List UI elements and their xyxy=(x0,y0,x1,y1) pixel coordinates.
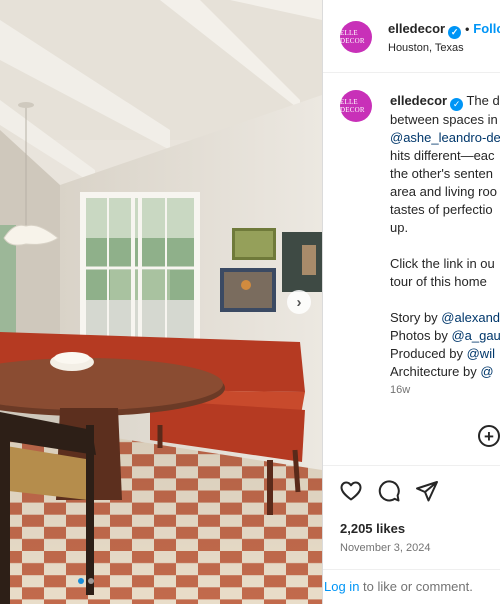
caption-avatar[interactable]: ELLE DECOR xyxy=(340,90,372,122)
caption-line: between spaces in xyxy=(390,112,498,127)
caption-line: Architecture by @ xyxy=(390,364,494,379)
mention-link[interactable]: @alexand xyxy=(441,310,500,325)
post-photo[interactable]: › xyxy=(0,0,322,604)
carousel-dot xyxy=(78,578,84,584)
dining-room-photo xyxy=(0,0,322,604)
username-link[interactable]: elledecor xyxy=(388,21,445,36)
caption-line: tastes of perfectio xyxy=(390,202,493,217)
caption-line: up. xyxy=(390,220,409,235)
post-time-ago[interactable]: 16w xyxy=(390,384,410,396)
caption-line: Photos by @a_gau xyxy=(390,328,500,343)
mention-link[interactable]: @a_gau xyxy=(451,328,500,343)
chevron-right-icon: › xyxy=(296,293,302,311)
caption-line xyxy=(390,237,500,255)
caption-line: Produced by @wil xyxy=(390,346,495,361)
actions-bar xyxy=(323,465,500,466)
location-link[interactable]: Houston, Texas xyxy=(388,42,464,54)
mention-link[interactable]: @ashe_leandro-de xyxy=(390,130,500,145)
carousel-dot xyxy=(88,578,94,584)
heart-icon[interactable] xyxy=(339,479,363,503)
post-date: November 3, 2024 xyxy=(340,542,431,554)
mention-link[interactable]: @ xyxy=(480,364,493,379)
caption: ELLE DECOR elledecor ✓ The d between space… xyxy=(323,74,500,414)
likes-count[interactable]: 2,205 likes xyxy=(340,521,405,536)
separator-dot: • xyxy=(465,22,470,36)
verified-badge-icon: ✓ xyxy=(448,26,462,39)
caption-line: elledecor ✓ The d xyxy=(390,93,500,111)
caption-line xyxy=(390,291,500,309)
action-buttons xyxy=(339,479,439,503)
carousel-next-button[interactable]: › xyxy=(287,290,311,314)
post-header: ELLE DECOR elledecor✓•Follow Houston, Te… xyxy=(323,0,500,73)
login-prompt: Log in to like or comment. xyxy=(324,579,473,594)
caption-line: the other's senten xyxy=(390,166,493,181)
carousel-indicator xyxy=(78,578,94,584)
add-comment-icon[interactable]: + xyxy=(478,425,500,447)
follow-button[interactable]: Follow xyxy=(473,21,500,36)
caption-line: area and living roo xyxy=(390,184,497,199)
post-side-panel: ELLE DECOR elledecor✓•Follow Houston, Te… xyxy=(322,0,500,604)
caption-line: hits different—eac xyxy=(390,148,495,163)
caption-text: elledecor ✓ The d between spaces in @ashe_l… xyxy=(390,92,500,381)
share-icon[interactable] xyxy=(415,479,439,503)
avatar[interactable]: ELLE DECOR xyxy=(340,21,372,53)
caption-line: tour of this home xyxy=(390,274,487,289)
login-footer: Log in to like or comment. xyxy=(323,569,500,604)
comment-icon[interactable] xyxy=(377,479,401,503)
verified-badge-icon: ✓ xyxy=(450,98,464,111)
avatar-logo-text: ELLE DECOR xyxy=(340,29,365,45)
login-prompt-text: to like or comment. xyxy=(359,579,473,594)
login-link[interactable]: Log in xyxy=(324,579,359,594)
caption-line: Click the link in ou xyxy=(390,256,495,271)
caption-line: @ashe_leandro-de xyxy=(390,129,500,147)
avatar-logo-text: ELLE DECOR xyxy=(340,98,365,114)
caption-username[interactable]: elledecor xyxy=(390,93,447,108)
header-username-row: elledecor✓•Follow xyxy=(388,21,500,39)
caption-line: Story by @alexand xyxy=(390,310,500,325)
mention-link[interactable]: @wil xyxy=(467,346,495,361)
